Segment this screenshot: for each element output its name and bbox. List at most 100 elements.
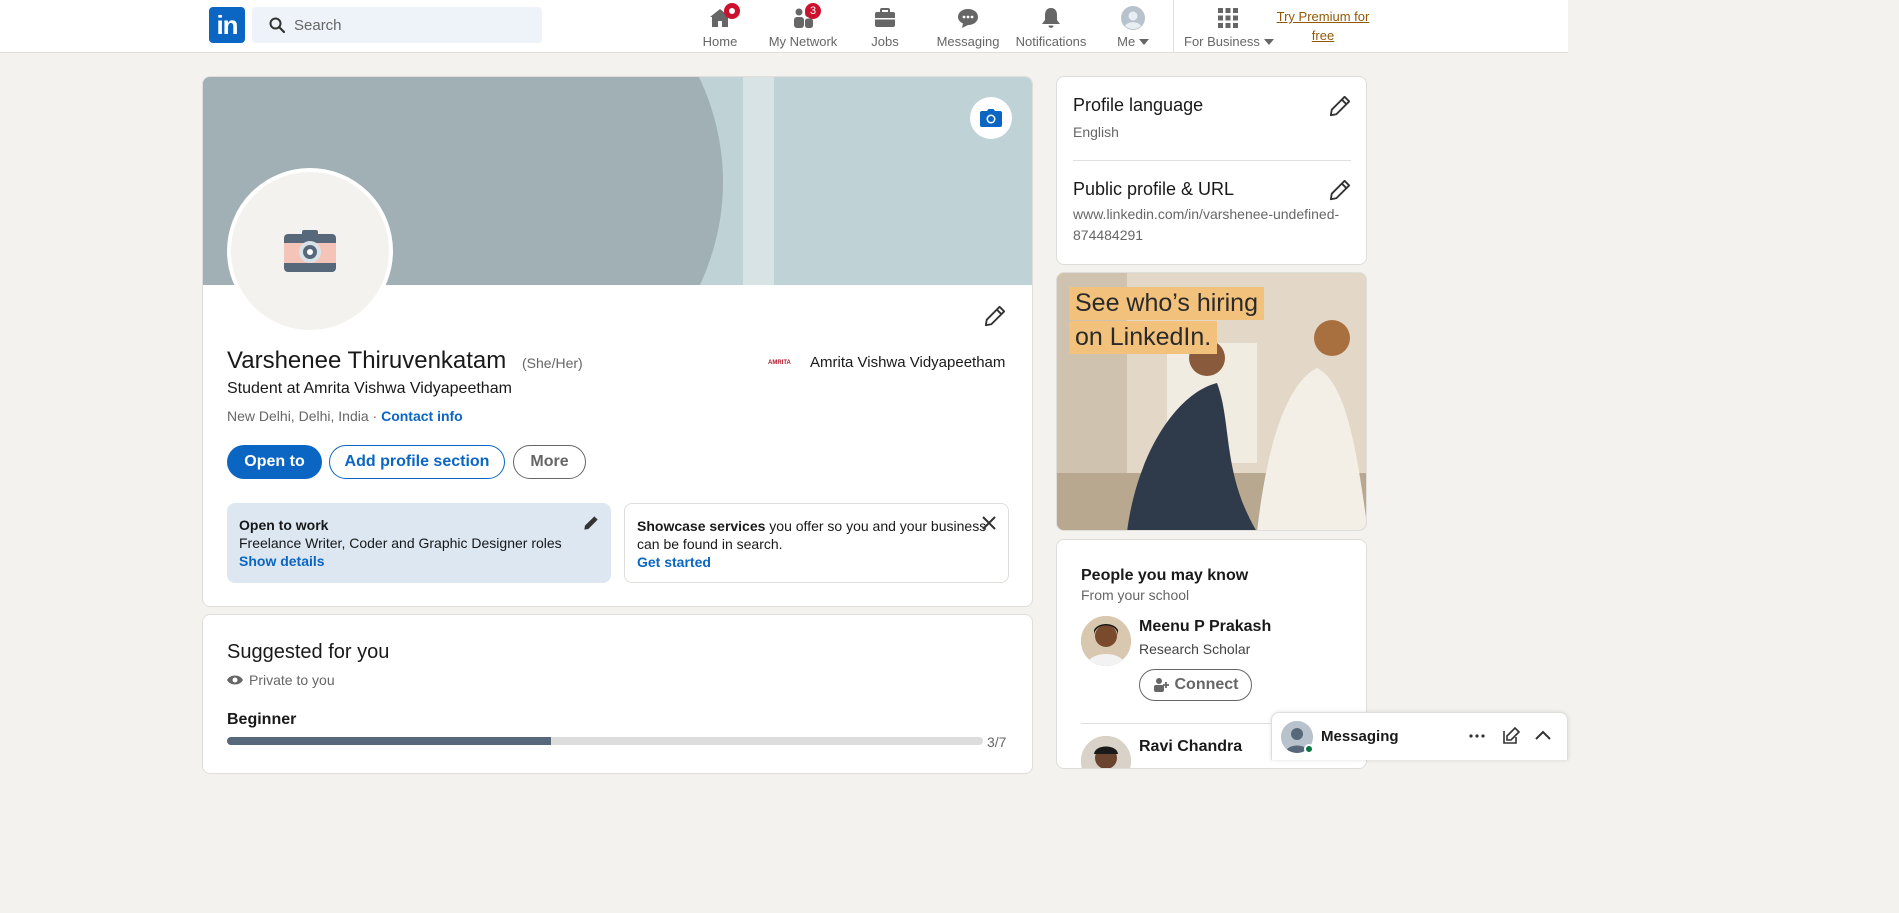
online-status-dot (1304, 744, 1314, 754)
more-button[interactable]: More (513, 445, 586, 479)
education-name: Amrita Vishwa Vidyapeetham (810, 354, 1006, 371)
profile-photo-placeholder[interactable] (227, 168, 393, 334)
suggested-for-you-card: Suggested for you Private to you Beginne… (202, 614, 1033, 774)
showcase-services-bold: Showcase services (637, 518, 766, 534)
contact-info-link[interactable]: Contact info (381, 408, 463, 424)
pencil-icon (1329, 179, 1351, 201)
nav-messaging[interactable]: Messaging (935, 4, 1001, 50)
nav-home-label: Home (702, 34, 738, 49)
avatar[interactable] (1081, 736, 1131, 768)
global-nav: in Home 3 My Network Jobs Messaging (0, 0, 1568, 53)
profile-strength-bar (227, 737, 983, 745)
location-separator: · (368, 408, 382, 424)
suggested-title: Suggested for you (227, 641, 390, 663)
profile-location-line: New Delhi, Delhi, India · Contact info (227, 408, 463, 424)
profile-pronouns: (She/Her) (522, 355, 583, 371)
person-name[interactable]: Meenu P Prakash (1139, 618, 1271, 636)
connect-button[interactable]: Connect (1139, 669, 1252, 701)
edit-open-to-work-button[interactable] (583, 515, 599, 535)
hiring-ad[interactable]: See who’s hiring on LinkedIn. (1056, 272, 1367, 531)
chat-icon (958, 9, 978, 28)
close-icon (982, 516, 996, 530)
network-badge: 3 (805, 3, 821, 19)
public-url-title: Public profile & URL (1073, 179, 1235, 199)
try-premium-link[interactable]: Try Premium for free (1274, 7, 1372, 45)
show-details-link[interactable]: Show details (239, 553, 325, 569)
edit-language-button[interactable] (1329, 95, 1351, 122)
edit-url-button[interactable] (1329, 179, 1351, 206)
public-url-section: Public profile & URL www.linkedin.com/in… (1073, 179, 1351, 246)
compose-message-button[interactable] (1502, 726, 1521, 750)
avatar-icon (1121, 6, 1145, 30)
nav-home[interactable]: Home (690, 3, 750, 50)
open-to-button[interactable]: Open to (227, 445, 322, 479)
profile-language-value: English (1073, 124, 1119, 140)
nav-notifications[interactable]: Notifications (1014, 4, 1088, 50)
ellipsis-icon (1469, 734, 1485, 738)
nav-jobs[interactable]: Jobs (855, 4, 915, 50)
pencil-icon (984, 305, 1006, 327)
education-link[interactable]: AMRITA Amrita Vishwa Vidyapeetham (768, 354, 1005, 371)
showcase-services-card: Showcase services you offer so you and y… (624, 503, 1009, 583)
search-input[interactable] (294, 7, 534, 43)
chevron-down-icon (1138, 39, 1149, 45)
compose-icon (1503, 726, 1521, 744)
pymk-title: People you may know (1081, 567, 1249, 584)
profile-strength-count: 3/7 (987, 734, 1007, 750)
ad-line-1: See who’s hiring (1069, 287, 1264, 320)
private-to-you-text: Private to you (249, 672, 335, 688)
messaging-label: Messaging (1321, 728, 1399, 745)
open-to-work-card: Open to work Freelance Writer, Coder and… (227, 503, 611, 583)
profile-settings-card: Profile language English Public profile … (1056, 76, 1367, 265)
premium-line-2: free (1311, 28, 1335, 43)
nav-notifications-label: Notifications (1015, 34, 1087, 49)
private-to-you-label: Private to you (227, 672, 335, 688)
eye-icon (227, 675, 243, 685)
edit-intro-button[interactable] (980, 301, 1010, 331)
open-to-work-roles: Freelance Writer, Coder and Graphic Desi… (239, 535, 562, 551)
search-bar[interactable] (252, 7, 542, 43)
pencil-icon (1329, 95, 1351, 117)
nav-me[interactable]: Me (1106, 4, 1160, 50)
nav-my-network[interactable]: 3 My Network (763, 3, 843, 50)
nav-for-business-label: For Business (1184, 34, 1274, 49)
dismiss-services-button[interactable] (982, 516, 996, 534)
banner-stripe (743, 77, 774, 285)
nav-jobs-label: Jobs (871, 34, 899, 49)
profile-language-section: Profile language English (1073, 95, 1351, 143)
nav-my-network-label: My Network (768, 34, 838, 49)
person-name[interactable]: Ravi Chandra (1139, 738, 1242, 756)
profile-strength-fill (227, 737, 552, 745)
home-notification-dot (724, 3, 740, 19)
nav-me-label: Me (1106, 34, 1160, 49)
person-role: Research Scholar (1139, 641, 1251, 657)
add-person-icon (1153, 678, 1169, 692)
pencil-icon (584, 516, 598, 530)
pymk-subtitle: From your school (1081, 587, 1190, 603)
nav-for-business[interactable]: For Business (1184, 4, 1274, 50)
chevron-up-icon (1535, 730, 1551, 740)
avatar[interactable] (1081, 616, 1131, 666)
profile-name: Varshenee Thiruvenkatam (227, 347, 507, 374)
public-url-value: www.linkedin.com/in/varshenee-undefined-… (1073, 206, 1340, 243)
bell-icon (1042, 8, 1060, 28)
camera-icon (284, 230, 336, 272)
profile-strength-level: Beginner (227, 711, 297, 728)
messaging-overlay[interactable]: Messaging (1271, 712, 1568, 760)
premium-line-1: Try Premium for (1276, 9, 1370, 24)
grid-icon (1218, 8, 1238, 28)
camera-icon (980, 109, 1002, 127)
expand-messaging-button[interactable] (1534, 727, 1552, 750)
get-started-link[interactable]: Get started (637, 554, 711, 570)
nav-divider (1173, 0, 1174, 52)
person-photo (1081, 616, 1131, 666)
profile-card: Varshenee Thiruvenkatam (She/Her) Studen… (202, 76, 1033, 607)
add-profile-section-button[interactable]: Add profile section (329, 445, 505, 479)
profile-location: New Delhi, Delhi, India (227, 408, 369, 424)
more-options-button[interactable] (1468, 727, 1486, 750)
edit-banner-button[interactable] (970, 97, 1012, 139)
ad-headline: See who’s hiring on LinkedIn. (1069, 287, 1264, 355)
linkedin-logo[interactable]: in (209, 7, 245, 43)
ad-line-2: on LinkedIn. (1069, 321, 1218, 354)
showcase-services-text: Showcase services you offer so you and y… (637, 517, 996, 553)
